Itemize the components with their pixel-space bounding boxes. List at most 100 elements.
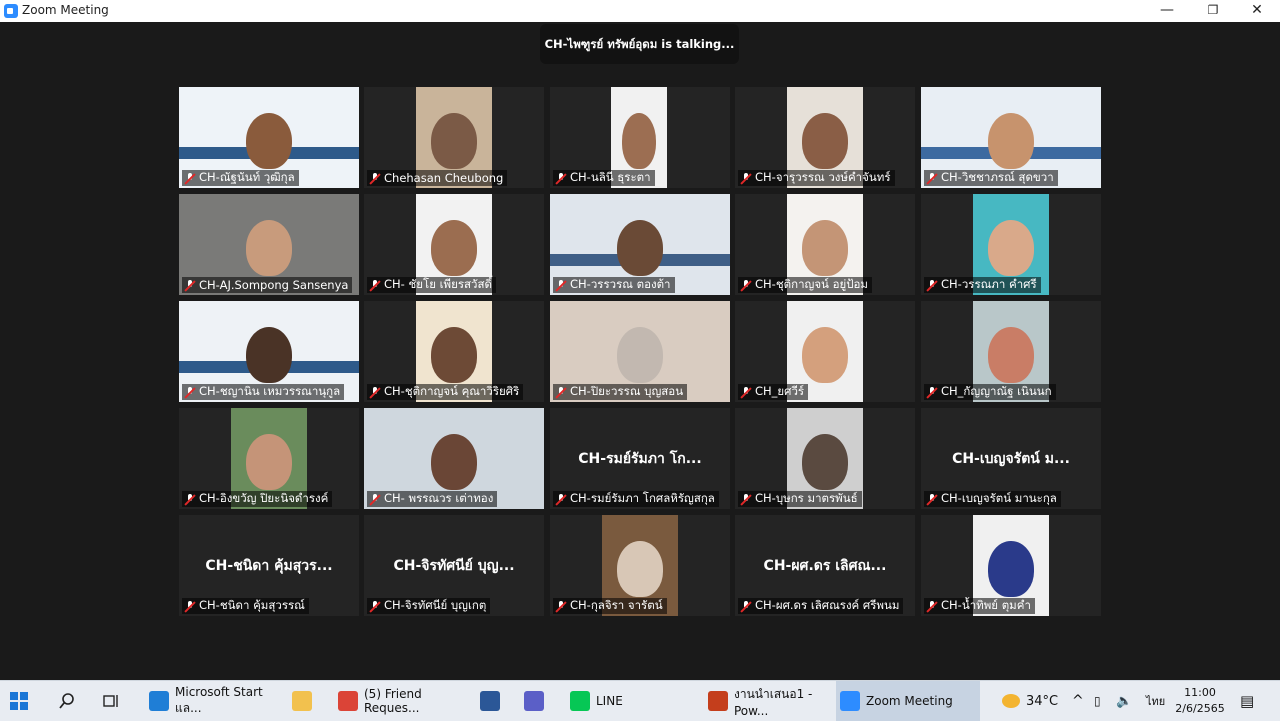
participant-face xyxy=(617,220,663,276)
participant-tile[interactable]: CH-ณัฐนันท์ วุฒิกุล xyxy=(179,87,359,188)
muted-mic-icon xyxy=(369,493,380,505)
participant-tile[interactable]: CH_ยศวีร์ xyxy=(735,301,915,402)
participant-face xyxy=(246,113,292,169)
participant-name: CH_กัญญาณัฐ เนินนก xyxy=(941,384,1052,398)
participant-name: CH-บุษกร มาตรพันธ์ xyxy=(755,491,858,505)
muted-mic-icon xyxy=(555,493,566,505)
participant-tile[interactable]: CH-วรรณภา คำศรี xyxy=(921,194,1101,295)
participant-tile[interactable]: CH-ชนิดา คุ้มสุวร... CH-ชนิดา คุ้มสุวรรณ์ xyxy=(179,515,359,616)
muted-mic-icon xyxy=(926,386,937,398)
participant-name: CH- พรรณวร เต่าทอง xyxy=(384,491,494,505)
participant-tile[interactable]: CH-อิงขวัญ ปิยะนิจดำรงค์ xyxy=(179,408,359,509)
clock[interactable]: 11:00 2/6/2565 xyxy=(1170,685,1230,717)
participant-face xyxy=(617,541,663,597)
muted-mic-icon xyxy=(926,600,937,612)
participant-tile[interactable]: CH-เบญจรัตน์ ม... CH-เบญจรัตน์ มานะกุล xyxy=(921,408,1101,509)
participant-name: CH-ชนิดา คุ้มสุวรรณ์ xyxy=(199,598,305,612)
volume-icon[interactable]: 🔈 xyxy=(1116,681,1132,721)
participant-tile[interactable]: CH- พรรณวร เต่าทอง xyxy=(364,408,544,509)
participant-tile[interactable]: CH-จารุวรรณ วงษ์คำจันทร์ xyxy=(735,87,915,188)
participant-name: CH-ชุติกาญจน์ คุณาวิริยศิริ xyxy=(384,384,520,398)
participant-tile[interactable]: CH-จิรทัศนีย์ บุญ... CH-จิรทัศนีย์ บุญเกต… xyxy=(364,515,544,616)
clock-time: 11:00 xyxy=(1184,686,1216,699)
participant-name: CH-วรรวรณ ตองต้า xyxy=(570,277,671,291)
participant-tile[interactable]: Chehasan Cheubong xyxy=(364,87,544,188)
participant-tile[interactable]: CH-ชญานิน เหมวรรณานุกูล xyxy=(179,301,359,402)
minimize-button[interactable]: — xyxy=(1144,0,1190,22)
taskbar-app[interactable] xyxy=(288,681,318,721)
participant-tile[interactable]: CH-ปิยะวรรณ บุญสอน xyxy=(550,301,730,402)
tray-chevron-icon[interactable]: ^ xyxy=(1072,681,1084,721)
participant-label: CH-วิชชาภรณ์ สุดขวา xyxy=(924,170,1058,186)
taskbar-app[interactable]: (5) Friend Reques... xyxy=(334,681,470,721)
participant-tile[interactable]: CH-AJ.Sompong Sansenya xyxy=(179,194,359,295)
muted-mic-icon xyxy=(740,386,751,398)
participant-label: CH-ปิยะวรรณ บุญสอน xyxy=(553,384,688,400)
folder-icon xyxy=(292,691,312,711)
muted-mic-icon xyxy=(740,600,751,612)
participant-label: CH-วรรวรณ ตองต้า xyxy=(553,277,675,293)
participant-name-large: CH-เบญจรัตน์ ม... xyxy=(952,451,1070,467)
participant-tile[interactable]: CH-นลินี ธุระตา xyxy=(550,87,730,188)
participant-label: CH-เบญจรัตน์ มานะกุล xyxy=(924,491,1061,507)
participant-face xyxy=(988,541,1034,597)
muted-mic-icon xyxy=(369,386,380,398)
participant-name: CH-วิชชาภรณ์ สุดขวา xyxy=(941,170,1054,184)
taskbar-app[interactable]: Zoom Meeting xyxy=(836,681,980,721)
taskbar-app[interactable] xyxy=(520,681,550,721)
taskbar-app[interactable] xyxy=(476,681,506,721)
participant-label: CH-จารุวรรณ วงษ์คำจันทร์ xyxy=(738,170,895,186)
notification-icon[interactable]: ▤ xyxy=(1240,681,1254,721)
participant-label: CH-จิรทัศนีย์ บุญเกตุ xyxy=(367,598,491,614)
muted-mic-icon xyxy=(555,600,566,612)
search-button[interactable] xyxy=(58,681,80,721)
participant-label: CH-วรรณภา คำศรี xyxy=(924,277,1041,293)
participant-name: CH-ชุติกาญจน์ อยู่ป้อม xyxy=(755,277,869,291)
active-speaker-banner: CH-ไพฑูรย์ ทรัพย์อุดม is talking... xyxy=(540,24,739,64)
participant-name: CH-น้ำทิพย์ ตุมคำ xyxy=(941,598,1031,612)
start-button[interactable] xyxy=(10,681,36,721)
participant-face xyxy=(988,113,1034,169)
participant-tile[interactable]: CH-กุลจิรา จารัตน์ xyxy=(550,515,730,616)
participant-name: CH-จิรทัศนีย์ บุญเกตุ xyxy=(384,598,487,612)
participant-name: CH_ยศวีร์ xyxy=(755,384,805,398)
taskbar-app[interactable]: งานนำเสนอ1 - Pow... xyxy=(704,681,838,721)
participant-tile[interactable]: CH- ชัยโย เพียรสวัสดิ์ xyxy=(364,194,544,295)
participant-tile[interactable]: CH-วิชชาภรณ์ สุดขวา xyxy=(921,87,1101,188)
muted-mic-icon xyxy=(926,172,937,184)
participant-label: CH-ผศ.ดร เลิศณรงค์ ศรีพนม xyxy=(738,598,904,614)
participant-tile[interactable]: CH-วรรวรณ ตองต้า xyxy=(550,194,730,295)
participant-tile[interactable]: CH-ชุติกาญจน์ คุณาวิริยศิริ xyxy=(364,301,544,402)
taskbar-app[interactable]: Microsoft Start แล... xyxy=(145,681,281,721)
participant-label: CH-ณัฐนันท์ วุฒิกุล xyxy=(182,170,299,186)
participant-tile[interactable]: CH-ชุติกาญจน์ อยู่ป้อม xyxy=(735,194,915,295)
participant-label: CH-ชญานิน เหมวรรณานุกูล xyxy=(182,384,345,400)
participant-tile[interactable]: CH-ผศ.ดร เลิศณ... CH-ผศ.ดร เลิศณรงค์ ศรีพ… xyxy=(735,515,915,616)
muted-mic-icon xyxy=(555,172,566,184)
participant-tile[interactable]: CH-บุษกร มาตรพันธ์ xyxy=(735,408,915,509)
participant-face xyxy=(431,327,477,383)
participant-name: CH-ณัฐนันท์ วุฒิกุล xyxy=(199,170,295,184)
participant-face xyxy=(431,434,477,490)
participant-tile[interactable]: CH-น้ำทิพย์ ตุมคำ xyxy=(921,515,1101,616)
participant-tile[interactable]: CH-รมย์รัมภา โก... CH-รมย์รัมภา โกศลหิรัญ… xyxy=(550,408,730,509)
search-icon xyxy=(59,693,74,709)
participant-face xyxy=(431,220,477,276)
participant-tile[interactable]: CH_กัญญาณัฐ เนินนก xyxy=(921,301,1101,402)
participant-name: CH-AJ.Sompong Sansenya xyxy=(199,278,349,292)
window-title: Zoom Meeting xyxy=(22,3,109,17)
weather-sun-icon xyxy=(1002,694,1020,708)
restore-button[interactable]: ❐ xyxy=(1190,0,1236,22)
line-icon xyxy=(570,691,590,711)
network-icon[interactable]: ▯ xyxy=(1094,681,1101,721)
close-button[interactable]: ✕ xyxy=(1234,0,1280,22)
weather-widget[interactable]: 34°C xyxy=(1002,681,1058,721)
taskbar-app[interactable]: LINE xyxy=(566,681,660,721)
participant-name: CH-ชญานิน เหมวรรณานุกูล xyxy=(199,384,341,398)
task-view-button[interactable] xyxy=(102,681,124,721)
participant-name-large: CH-ผศ.ดร เลิศณ... xyxy=(763,558,887,574)
participant-face xyxy=(988,327,1034,383)
participant-label: CH-AJ.Sompong Sansenya xyxy=(182,277,353,293)
language-indicator[interactable]: ไทย xyxy=(1146,681,1165,721)
participant-face xyxy=(246,327,292,383)
